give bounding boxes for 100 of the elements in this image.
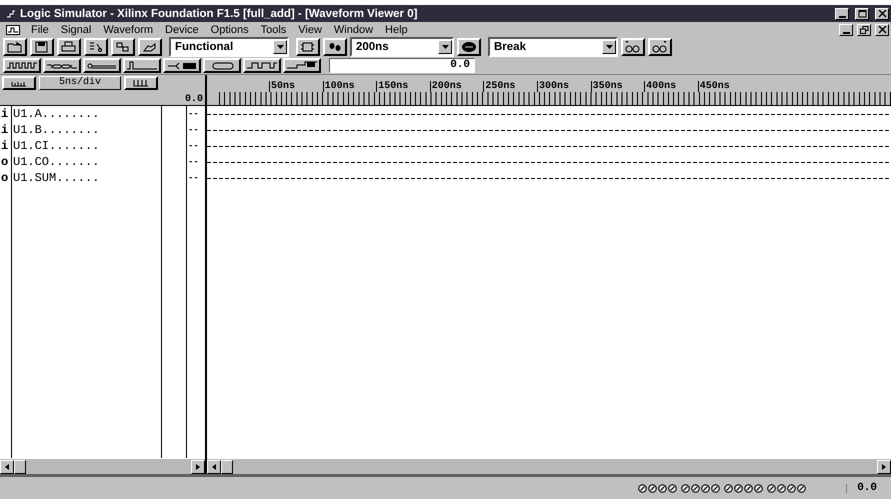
- stop-icon: [461, 41, 477, 53]
- signal-value: --: [187, 124, 200, 137]
- menu-item[interactable]: View: [293, 24, 327, 36]
- random-wave-icon: [247, 60, 277, 72]
- signal-name[interactable]: U1.B........: [12, 122, 161, 138]
- mode-select[interactable]: Functional: [169, 37, 289, 57]
- zoom-in-button[interactable]: [124, 76, 158, 90]
- led-icon: [754, 484, 764, 492]
- signal-name[interactable]: U1.CO.......: [12, 154, 161, 170]
- signal-value: --: [187, 172, 200, 185]
- document-icon: [6, 24, 20, 34]
- signal-value: --: [187, 140, 200, 153]
- menu-item[interactable]: Waveform: [98, 24, 158, 36]
- chip-icon: [300, 41, 316, 53]
- pulse-button[interactable]: [123, 58, 161, 73]
- component-button[interactable]: [111, 38, 135, 56]
- menu-item[interactable]: Device: [160, 24, 204, 36]
- signal-direction: i: [0, 122, 10, 138]
- document-close-button[interactable]: [875, 24, 889, 36]
- scale-field[interactable]: 5ns/div: [39, 76, 121, 90]
- left-arrow-icon: [212, 464, 216, 470]
- led-icon: [711, 484, 720, 492]
- add-signals-button[interactable]: [84, 38, 108, 56]
- time-field[interactable]: 0.0: [329, 58, 475, 73]
- led-icon: [638, 484, 648, 492]
- find-next-button[interactable]: [648, 38, 672, 56]
- probe-button[interactable]: [138, 38, 162, 56]
- signal-direction: o: [0, 154, 10, 170]
- stop-button[interactable]: [457, 38, 481, 56]
- menu-item[interactable]: Signal: [56, 24, 96, 36]
- print-button[interactable]: [57, 38, 81, 56]
- clock-pattern-button[interactable]: [3, 58, 41, 73]
- document-restore-icon: [860, 26, 868, 34]
- random-pattern-button[interactable]: [243, 58, 281, 73]
- scroll-left-button[interactable]: [0, 460, 14, 474]
- time-label: 150ns: [376, 81, 430, 92]
- led-icon: [767, 484, 776, 492]
- led-icon: [797, 484, 806, 492]
- printer-icon: [61, 41, 77, 53]
- open-button[interactable]: [3, 38, 27, 56]
- step-time-select[interactable]: 200ns: [350, 37, 454, 57]
- zoom-out-button[interactable]: [2, 76, 36, 90]
- signal-value: --: [187, 108, 200, 121]
- pulse-wave-icon: [127, 60, 157, 72]
- led-icon: [777, 484, 786, 492]
- counter-wave-icon: [287, 60, 317, 72]
- scroll-right-button[interactable]: [877, 460, 891, 474]
- low-level-button[interactable]: [83, 58, 121, 73]
- scroll-thumb[interactable]: [14, 460, 26, 474]
- menu-item[interactable]: File: [26, 24, 54, 36]
- counter-pattern-button[interactable]: [283, 58, 321, 73]
- document-minimize-button[interactable]: [839, 24, 853, 36]
- bus-end-button[interactable]: [163, 58, 201, 73]
- time-label: 100ns: [322, 81, 376, 92]
- time-label: 400ns: [644, 81, 698, 92]
- menu-item[interactable]: Tools: [256, 24, 292, 36]
- clock-wave-icon: [7, 60, 37, 72]
- right-arrow-icon: [882, 464, 886, 470]
- step-button[interactable]: [296, 38, 320, 56]
- right-arrow-icon: [196, 464, 200, 470]
- scroll-left-button[interactable]: [207, 460, 221, 474]
- led-icon: [648, 484, 658, 492]
- maximize-button[interactable]: [855, 8, 869, 20]
- led-icon: [691, 484, 700, 492]
- close-button[interactable]: [875, 8, 889, 20]
- window-title: Logic Simulator - Xilinx Foundation F1.5 [full_add] - [Waveform Viewer 0]: [20, 8, 418, 20]
- run-button[interactable]: [323, 38, 347, 56]
- break-select[interactable]: Break: [488, 37, 618, 57]
- waveform-scrollbar[interactable]: [207, 458, 891, 474]
- document-restore-button[interactable]: [857, 24, 871, 36]
- led-icon: [744, 484, 754, 492]
- signal-direction: i: [0, 138, 10, 154]
- cursor-time: 0.0: [184, 94, 204, 105]
- menu-item[interactable]: Options: [206, 24, 254, 36]
- time-label: 450ns: [698, 81, 752, 92]
- signal-scrollbar[interactable]: [0, 458, 205, 474]
- led-icon: [681, 484, 690, 492]
- app-icon: [6, 8, 16, 18]
- high-level-button[interactable]: [203, 58, 241, 73]
- ruler-icon: [133, 77, 149, 89]
- save-button[interactable]: [30, 38, 54, 56]
- menu-item[interactable]: Window: [328, 24, 378, 36]
- signal-name[interactable]: U1.CI.......: [12, 138, 161, 154]
- close-icon: [878, 10, 886, 18]
- signals-icon: [88, 41, 104, 53]
- signal-name[interactable]: U1.SUM......: [12, 170, 161, 186]
- minimize-icon: [838, 16, 846, 18]
- minimize-button[interactable]: [835, 8, 849, 20]
- find-previous-button[interactable]: [621, 38, 645, 56]
- signal-direction: i: [0, 106, 10, 122]
- signal-value: --: [187, 156, 200, 169]
- signal-name[interactable]: U1.A........: [12, 106, 161, 122]
- time-label: 250ns: [483, 81, 537, 92]
- led-icon: [658, 484, 668, 492]
- bus-pattern-button[interactable]: [43, 58, 81, 73]
- scroll-thumb[interactable]: [221, 460, 233, 474]
- document-close-icon: [878, 26, 886, 34]
- left-arrow-icon: [5, 464, 9, 470]
- scroll-right-button[interactable]: [191, 460, 205, 474]
- menu-item[interactable]: Help: [380, 24, 413, 36]
